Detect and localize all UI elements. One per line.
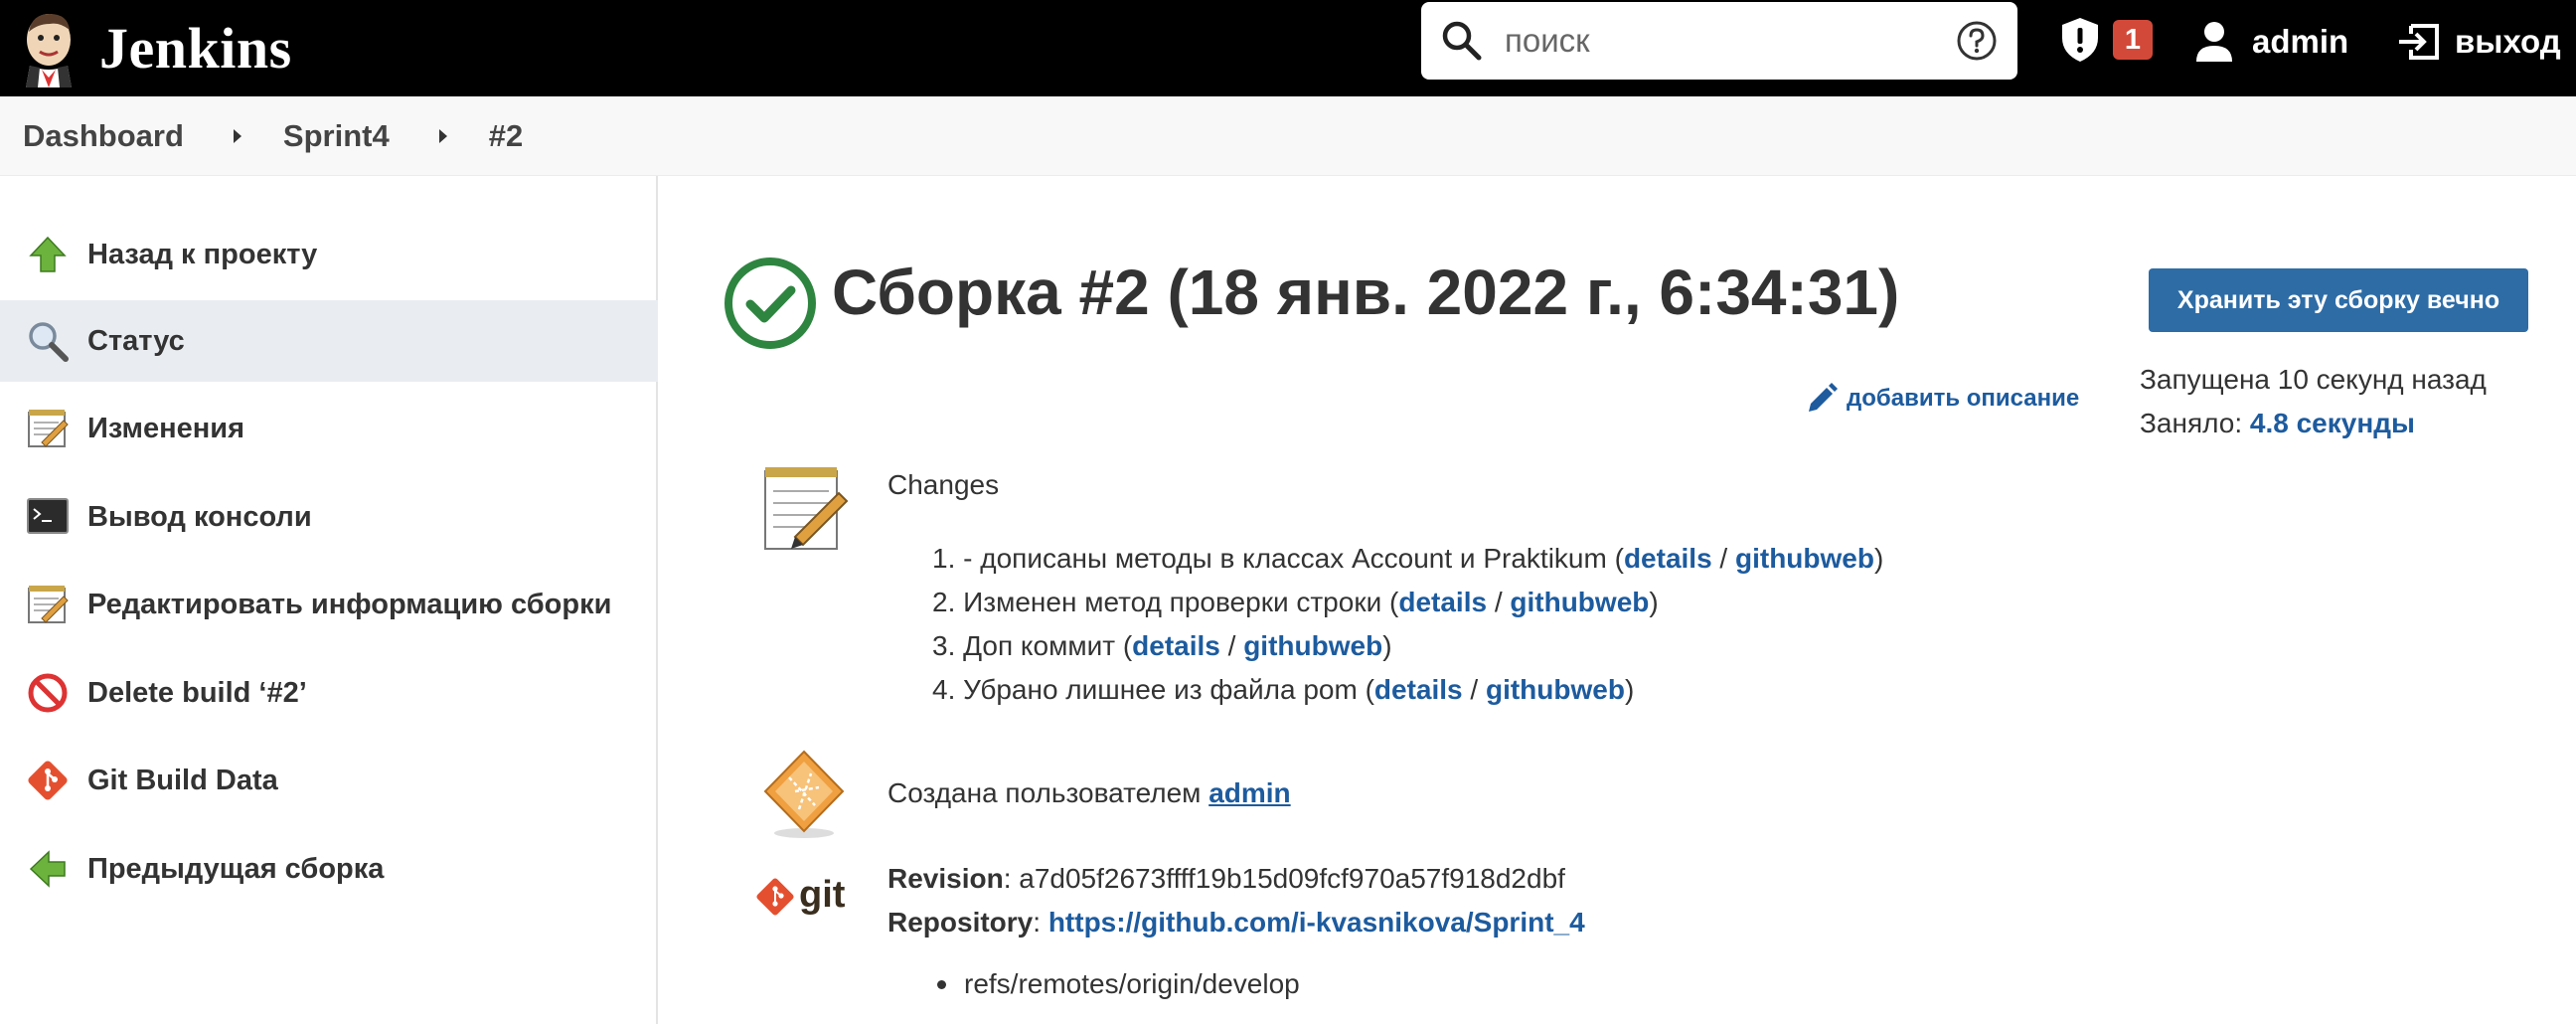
breadcrumb-dashboard[interactable]: Dashboard [23,118,184,154]
logout-label: выход [2455,23,2561,60]
build-duration-label: Заняло: [2140,408,2243,438]
revision-label: Revision [887,863,1004,894]
change-number: 1. [932,543,956,574]
breadcrumb: Dashboard Sprint4 #2 [0,96,2576,176]
bullet-icon [937,979,946,989]
changes-title: Changes [887,469,1000,500]
breadcrumb-project[interactable]: Sprint4 [283,118,390,154]
breadcrumb-build[interactable]: #2 [489,118,523,154]
githubweb-link[interactable]: githubweb [1735,543,1874,574]
sidebar-item-label: Вывод консоли [87,500,312,533]
cause-prefix: Создана пользователем [887,777,1202,808]
build-cause: Создана пользователем admin [887,777,1291,809]
githubweb-link[interactable]: githubweb [1243,630,1382,661]
sidebar-item-status[interactable]: Статус [0,300,658,382]
changes-list: 1. - дописаны методы в классах Account и… [932,537,1883,712]
search-box [1421,2,2017,80]
details-link[interactable]: details [1374,674,1463,705]
sidebar-item-back-to-project[interactable]: Назад к проекту [0,214,658,295]
jenkins-home-link[interactable]: Jenkins [20,0,292,96]
git-logo-text: git [799,874,846,916]
logout-link[interactable]: выход [2395,20,2561,64]
user-menu[interactable]: admin [2194,20,2348,64]
page-title: Сборка #2 (18 янв. 2022 г., 6:34:31) [832,256,1900,328]
git-logo-icon: git [756,874,846,916]
sidebar-item-changes[interactable]: Изменения [0,388,658,469]
search-icon [1442,21,1482,61]
side-panel: Назад к проекту Статус Изменения Вывод к… [0,176,658,1024]
sidebar-item-previous-build[interactable]: Предыдущая сборка [0,828,658,910]
revision-row: Revision: a7d05f2673ffff19b15d09fcf970a5… [887,863,1565,894]
git-icon [25,758,71,803]
sidebar-item-label: Предыдущая сборка [87,852,385,885]
sidebar-item-edit-build-info[interactable]: Редактировать информацию сборки [0,564,658,645]
list-item: 3. Доп коммит (details / githubweb) [932,630,1392,661]
change-number: 3. [932,630,956,661]
githubweb-link[interactable]: githubweb [1510,587,1649,617]
build-duration-link[interactable]: 4.8 секунды [2250,408,2415,438]
change-message: - дописаны методы в классах Account и Pr… [963,543,1607,574]
keep-build-forever-button[interactable]: Хранить эту сборку вечно [2149,268,2528,332]
change-message: Убрано лишнее из файла pom [963,674,1358,705]
sidebar-item-delete-build[interactable]: Delete build ‘#2’ [0,652,658,734]
up-arrow-icon [25,232,71,277]
breadcrumb-chevron-icon[interactable] [438,128,447,143]
sidebar-item-label: Статус [87,324,185,357]
sidebar-item-label: Изменения [87,412,245,444]
build-duration: Заняло: 4.8 секунды [2140,408,2415,439]
user-name: admin [2252,23,2349,60]
build-started-text: Запущена 10 секунд назад [2140,364,2487,395]
git-revision-block: Revision: a7d05f2673ffff19b15d09fcf970a5… [887,857,1585,944]
sidebar-item-label: Delete build ‘#2’ [87,676,307,709]
branch-list: refs/remotes/origin/develop [937,968,1300,1000]
user-icon [2196,22,2232,62]
sidebar-item-label: Редактировать информацию сборки [87,588,612,620]
left-arrow-icon [25,846,71,892]
notepad-icon [25,582,71,627]
list-item: 1. - дописаны методы в классах Account и… [932,543,1884,574]
terminal-icon [25,494,71,540]
details-link[interactable]: details [1398,587,1487,617]
user-cause-icon [763,750,845,838]
success-status-icon [724,257,816,349]
revision-value: a7d05f2673ffff19b15d09fcf970a57f918d2dbf [1019,863,1565,894]
security-alerts-button[interactable]: 1 [2059,16,2153,64]
magnifier-icon [25,318,71,364]
jenkins-logo-icon [26,13,72,87]
repository-row: Repository: https://github.com/i-kvasnik… [887,907,1585,938]
change-message: Изменен метод проверки строки [963,587,1382,617]
repository-label: Repository [887,907,1034,938]
repository-link[interactable]: https://github.com/i-kvasnikova/Sprint_4 [1048,907,1585,938]
page-header: Jenkins 1 admin [0,0,2576,96]
change-message: Доп коммит [963,630,1116,661]
shield-alert-icon [2062,18,2098,62]
notepad-icon [25,406,71,451]
branch-name: refs/remotes/origin/develop [964,968,1300,999]
breadcrumb-chevron-icon[interactable] [233,128,242,143]
sidebar-item-label: Git Build Data [87,764,278,796]
details-link[interactable]: details [1132,630,1220,661]
cause-user-link[interactable]: admin [1208,777,1290,808]
githubweb-link[interactable]: githubweb [1486,674,1625,705]
add-description-link[interactable]: добавить описание [1805,382,2079,416]
change-number: 2. [932,587,956,617]
list-item: 2. Изменен метод проверки строки (detail… [932,587,1659,617]
search-input[interactable] [1505,22,1942,60]
no-entry-icon [25,670,71,716]
notepad-icon [764,467,849,550]
logout-icon [2399,24,2439,60]
jenkins-logo-text: Jenkins [99,16,292,81]
change-number: 4. [932,674,956,705]
alert-count-badge: 1 [2113,20,2153,60]
help-icon[interactable] [1956,20,1998,62]
sidebar-item-console-output[interactable]: Вывод консоли [0,476,658,558]
sidebar-item-git-build-data[interactable]: Git Build Data [0,740,658,821]
list-item: 4. Убрано лишнее из файла pom (details /… [932,674,1635,705]
details-link[interactable]: details [1624,543,1712,574]
add-description-label: добавить описание [1847,385,2080,412]
pencil-icon [1809,383,1838,412]
sidebar-item-label: Назад к проекту [87,238,318,270]
